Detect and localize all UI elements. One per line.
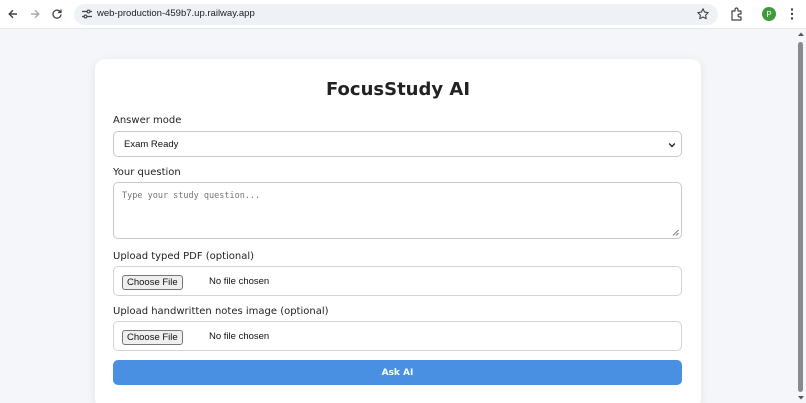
pdf-choose-file-button[interactable]: Choose File xyxy=(122,275,183,290)
page-title: FocusStudy AI xyxy=(325,79,471,100)
pdf-file-status: No file chosen xyxy=(209,276,270,287)
notes-upload-label: Upload handwritten notes image (optional… xyxy=(113,306,329,317)
scroll-up-arrow-icon[interactable] xyxy=(797,31,805,37)
kebab-menu-icon[interactable] xyxy=(786,6,798,22)
star-icon[interactable] xyxy=(696,7,710,21)
resize-handle-icon[interactable] xyxy=(672,229,679,236)
question-textarea[interactable]: Type your study question... xyxy=(113,182,682,239)
pdf-upload-label: Upload typed PDF (optional) xyxy=(113,251,255,262)
answer-mode-value: Exam Ready xyxy=(124,139,179,150)
tune-icon[interactable] xyxy=(80,7,94,21)
reload-button[interactable] xyxy=(48,5,66,23)
forward-button[interactable] xyxy=(26,5,44,23)
answer-mode-label: Answer mode xyxy=(113,115,182,126)
chevron-down-icon xyxy=(668,143,676,148)
pdf-upload-field[interactable]: Choose File No file chosen xyxy=(113,266,682,296)
scrollbar-thumb[interactable] xyxy=(798,42,803,392)
arrow-left-icon xyxy=(8,9,17,19)
profile-avatar[interactable]: P xyxy=(762,7,776,21)
answer-mode-select[interactable]: Exam Ready xyxy=(113,131,682,157)
notes-upload-field[interactable]: Choose File No file chosen xyxy=(113,321,682,351)
address-bar[interactable]: web-production-459b7.up.railway.app xyxy=(74,4,718,25)
ask-ai-button[interactable]: Ask AI xyxy=(113,360,682,385)
notes-file-status: No file chosen xyxy=(209,331,270,342)
browser-toolbar: web-production-459b7.up.railway.app P xyxy=(0,0,806,29)
puzzle-icon[interactable] xyxy=(729,6,745,22)
question-label: Your question xyxy=(113,167,181,178)
url-text[interactable]: web-production-459b7.up.railway.app xyxy=(97,8,255,19)
reload-icon xyxy=(52,9,62,19)
arrow-right-icon xyxy=(31,9,40,19)
question-placeholder: Type your study question... xyxy=(122,191,261,201)
notes-choose-file-button[interactable]: Choose File xyxy=(122,330,183,345)
page-scrollbar[interactable] xyxy=(796,29,806,403)
back-button[interactable] xyxy=(4,5,22,23)
scroll-down-arrow-icon[interactable] xyxy=(797,395,805,401)
study-form-card: FocusStudy AI Answer mode Exam Ready You… xyxy=(95,59,701,403)
